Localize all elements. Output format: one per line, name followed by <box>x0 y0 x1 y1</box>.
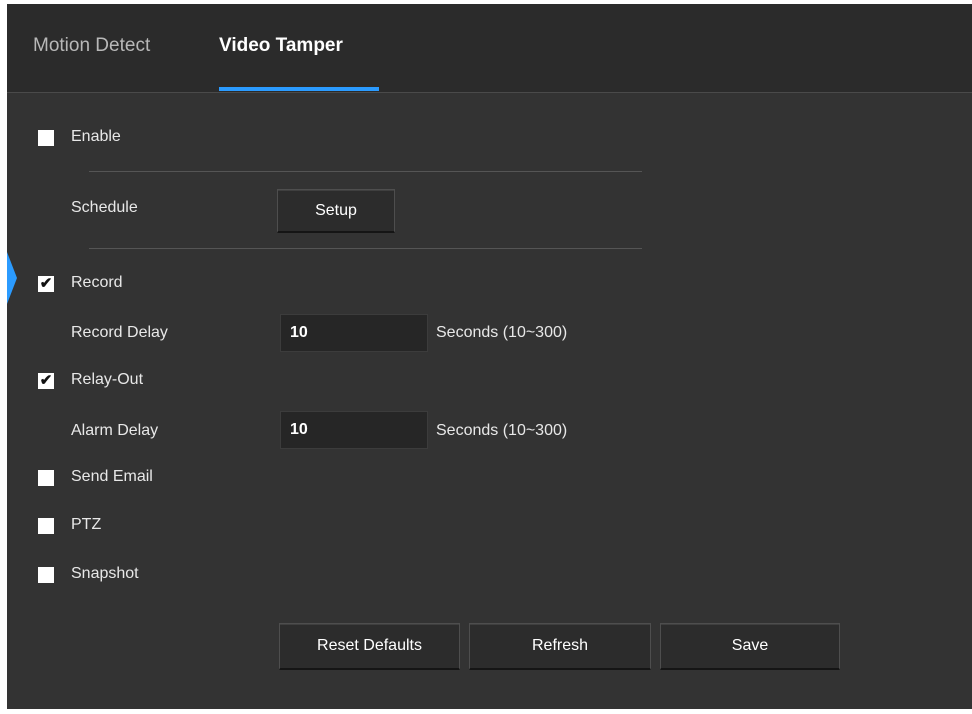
settings-panel: Motion Detect Video Tamper Enable Schedu… <box>7 4 972 709</box>
send-email-label: Send Email <box>71 468 153 485</box>
alarm-delay-input[interactable] <box>280 411 428 449</box>
send-email-checkbox[interactable] <box>38 470 54 486</box>
check-icon: ✔ <box>39 275 53 292</box>
reset-defaults-button[interactable]: Reset Defaults <box>279 623 460 670</box>
snapshot-checkbox[interactable] <box>38 567 54 583</box>
record-label: Record <box>71 274 123 291</box>
enable-label: Enable <box>71 128 121 145</box>
tab-video-tamper[interactable]: Video Tamper <box>219 35 343 57</box>
divider-bottom <box>89 248 642 249</box>
relay-out-checkbox[interactable]: ✔ <box>38 373 54 389</box>
enable-checkbox[interactable] <box>38 130 54 146</box>
tab-bar: Motion Detect Video Tamper <box>7 4 972 93</box>
alarm-delay-label: Alarm Delay <box>71 422 159 439</box>
snapshot-label: Snapshot <box>71 565 139 582</box>
record-delay-unit: Seconds (10~300) <box>436 324 568 341</box>
relay-out-label: Relay-Out <box>71 371 144 388</box>
active-tab-indicator <box>219 87 379 91</box>
refresh-button[interactable]: Refresh <box>469 623 651 670</box>
record-delay-input[interactable] <box>280 314 428 352</box>
check-icon: ✔ <box>39 372 53 389</box>
ptz-label: PTZ <box>71 516 102 533</box>
ptz-checkbox[interactable] <box>38 518 54 534</box>
schedule-label: Schedule <box>71 199 138 216</box>
alarm-delay-unit: Seconds (10~300) <box>436 422 568 439</box>
record-delay-label: Record Delay <box>71 324 168 341</box>
record-checkbox[interactable]: ✔ <box>38 276 54 292</box>
schedule-setup-button[interactable]: Setup <box>277 189 395 233</box>
save-button[interactable]: Save <box>660 623 840 670</box>
tab-motion-detect[interactable]: Motion Detect <box>33 35 150 57</box>
divider-top <box>89 171 642 172</box>
side-arrow-icon <box>7 252 17 304</box>
